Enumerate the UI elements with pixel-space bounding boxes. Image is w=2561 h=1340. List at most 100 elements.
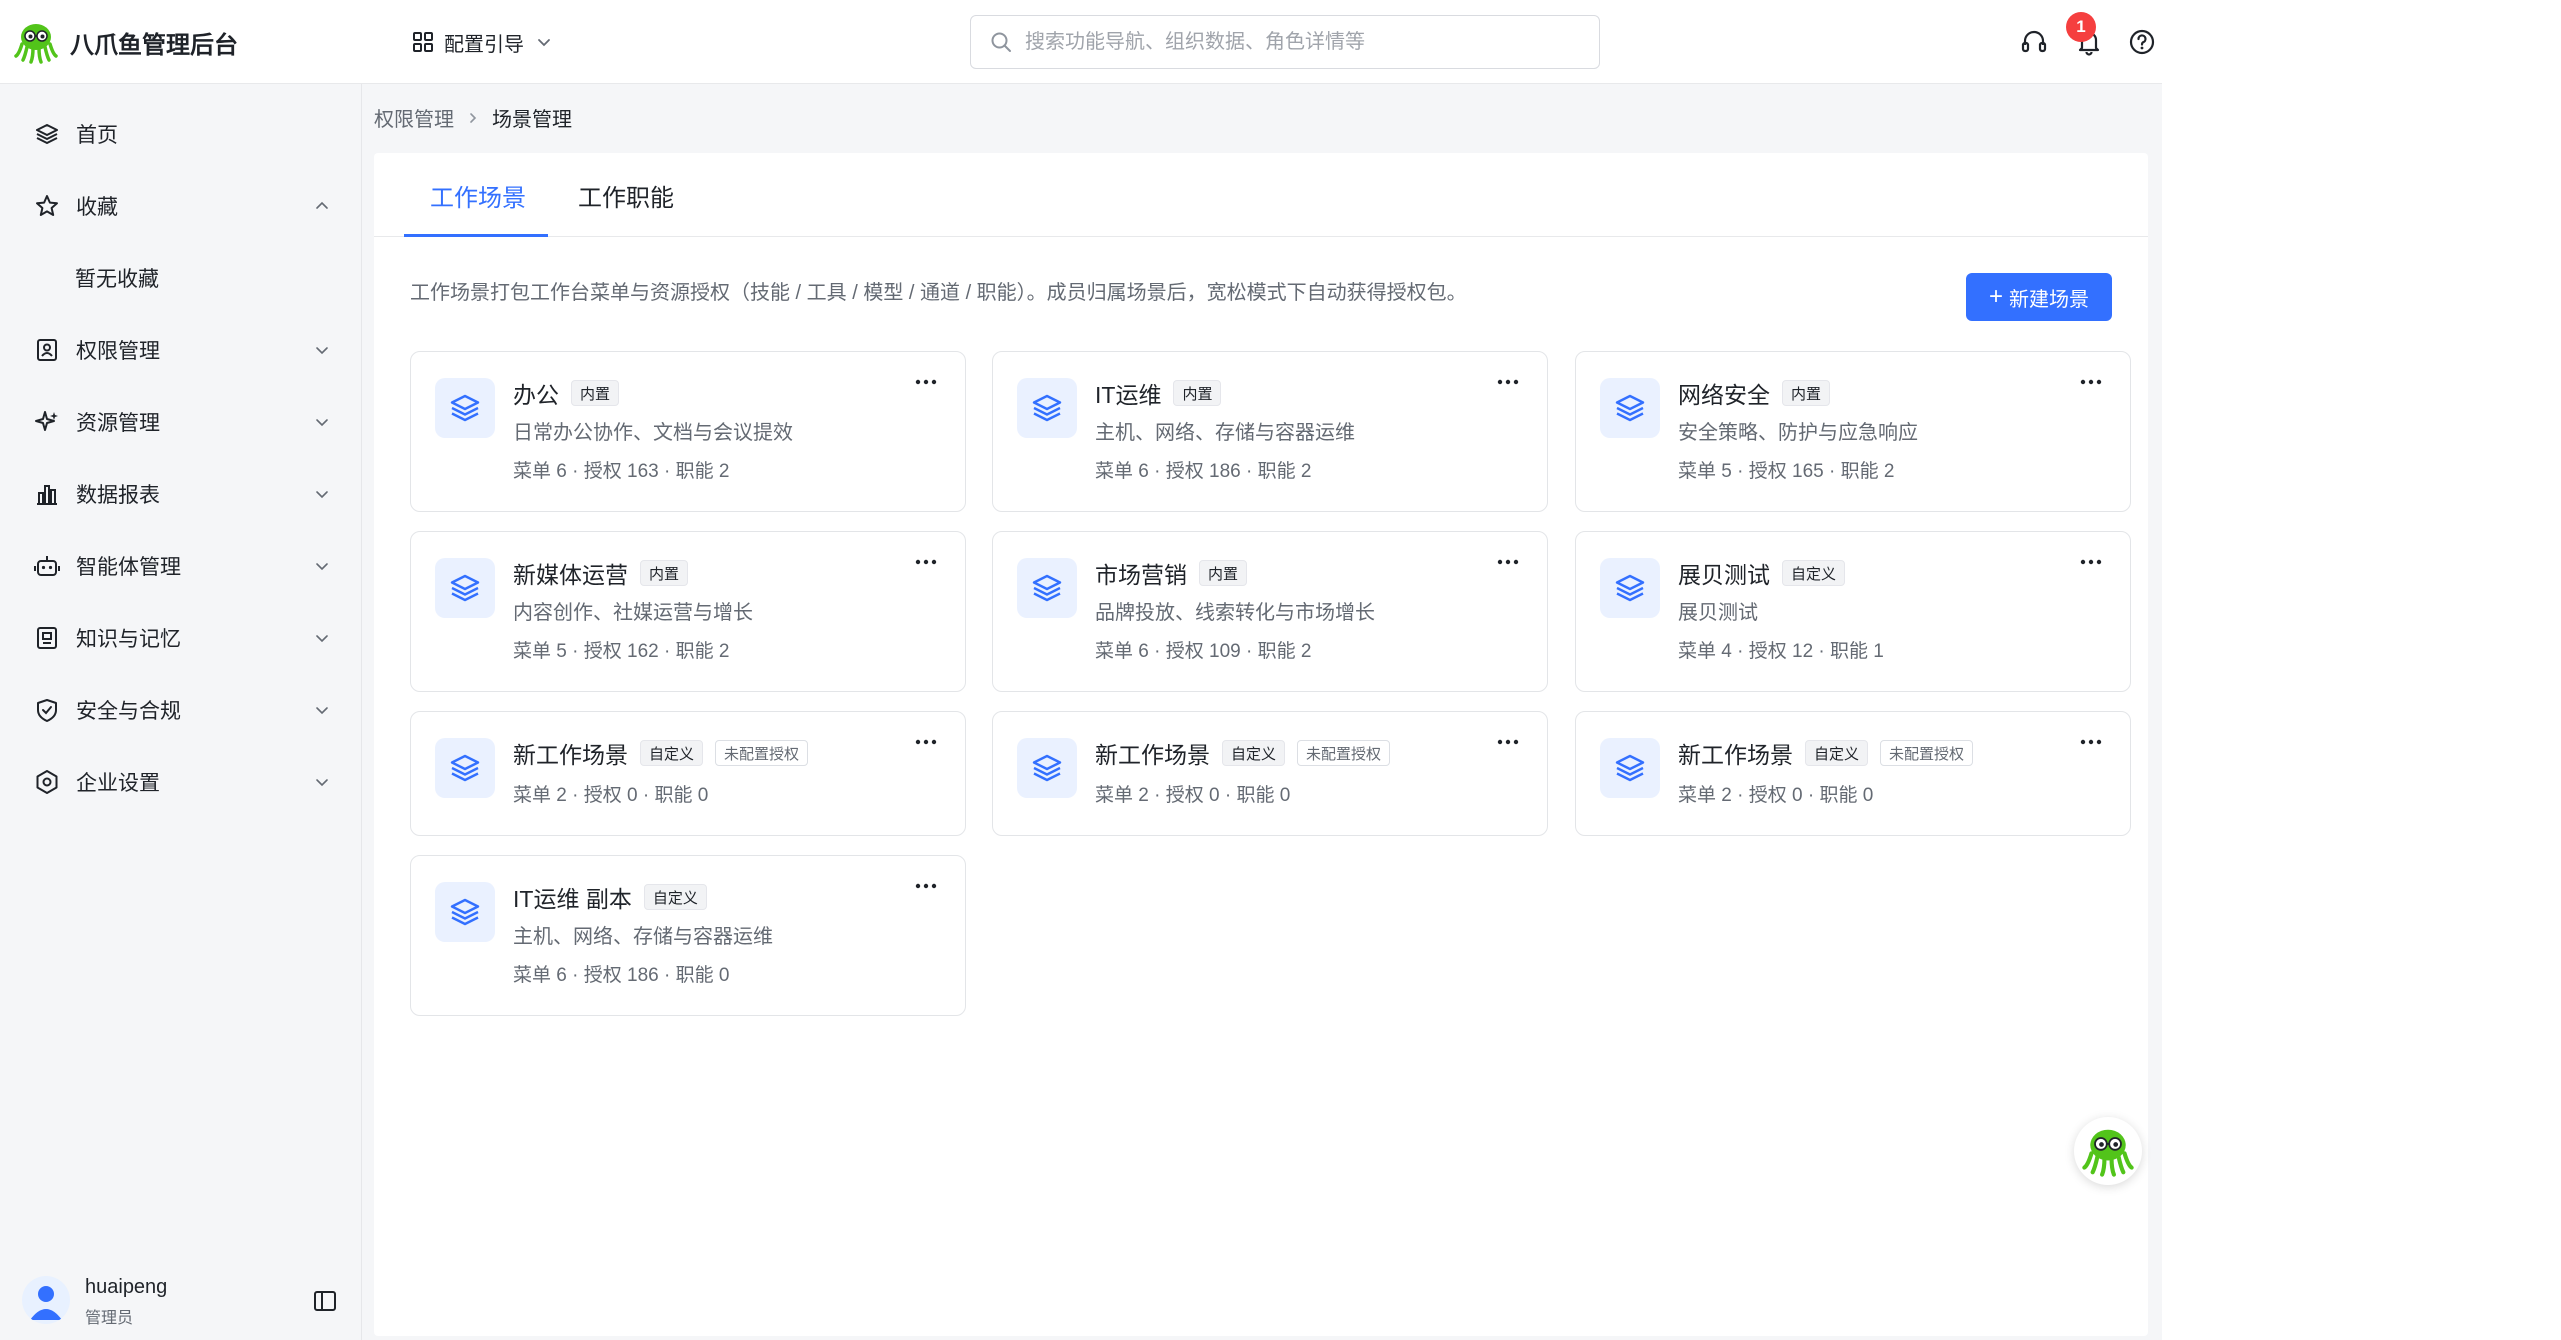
sparkle-icon — [35, 411, 58, 431]
new-scene-label: 新建场景 — [2009, 288, 2089, 311]
layers-icon — [1032, 754, 1062, 782]
scene-card[interactable]: IT运维 内置 主机、网络、存储与容器运维 菜单 6 · 授权 186 · 职能 2 — [992, 351, 1548, 512]
avatar — [22, 1276, 70, 1324]
layers-icon — [1615, 754, 1645, 782]
more-horizontal-icon — [2080, 739, 2102, 745]
scene-card[interactable]: 新工作场景 自定义 未配置授权 菜单 2 · 授权 0 · 职能 0 — [992, 711, 1548, 836]
user-name: huaipeng — [85, 1276, 168, 1298]
scene-title: 新工作场景 — [513, 742, 628, 768]
scene-more-button[interactable] — [1493, 552, 1523, 572]
sidebar-collapse-icon[interactable] — [312, 1288, 338, 1314]
scene-more-button[interactable] — [1493, 732, 1523, 752]
scene-more-button[interactable] — [2076, 372, 2106, 392]
scene-more-button[interactable] — [911, 732, 941, 752]
scene-stats: 菜单 2 · 授权 0 · 职能 0 — [1095, 785, 1291, 806]
help-button[interactable] — [2124, 24, 2160, 60]
scene-description: 主机、网络、存储与容器运维 — [513, 926, 773, 948]
scene-icon — [435, 882, 495, 942]
brand[interactable]: 八爪鱼管理后台 — [14, 18, 238, 66]
scene-icon — [435, 378, 495, 438]
scene-more-button[interactable] — [2076, 552, 2106, 572]
scene-description: 日常办公协作、文档与会议提效 — [513, 422, 793, 444]
scene-card[interactable]: 新媒体运营 内置 内容创作、社媒运营与增长 菜单 5 · 授权 162 · 职能 2 — [410, 531, 966, 692]
chevron-down-icon — [316, 347, 328, 355]
octopus-assistant-icon — [2082, 1129, 2134, 1177]
user-role: 管理员 — [85, 1310, 134, 1327]
breadcrumb-parent[interactable]: 权限管理 — [374, 103, 454, 132]
layers-icon — [450, 898, 480, 926]
scene-description: 品牌投放、线索转化与市场增长 — [1095, 602, 1375, 624]
scene-more-button[interactable] — [1493, 372, 1523, 392]
sidebar-item-resources[interactable]: 资源管理 — [0, 390, 362, 454]
search-icon — [991, 32, 1011, 52]
sidebar-item-home[interactable]: 首页 — [0, 102, 362, 166]
notification-badge: 1 — [2066, 12, 2096, 42]
scene-title: IT运维 — [1095, 382, 1162, 408]
sidebar-item-label: 安全与合规 — [76, 700, 181, 723]
scene-card[interactable]: 网络安全 内置 安全策略、防护与应急响应 菜单 5 · 授权 165 · 职能 2 — [1575, 351, 2131, 512]
scene-description: 展贝测试 — [1678, 602, 1758, 624]
scene-card[interactable]: 新工作场景 自定义 未配置授权 菜单 2 · 授权 0 · 职能 0 — [1575, 711, 2131, 836]
scene-card[interactable]: 展贝测试 自定义展贝测试菜单 4 · 授权 12 · 职能 1 — [1575, 531, 2131, 692]
bar-chart-icon — [37, 485, 57, 505]
scene-more-button[interactable] — [911, 552, 941, 572]
scene-type-tag: 自定义 — [1222, 740, 1286, 766]
scene-more-button[interactable] — [911, 876, 941, 896]
scene-icon — [1017, 738, 1077, 798]
scene-title-row: IT运维 内置 — [1095, 376, 1222, 410]
page-description: 工作场景打包工作台菜单与资源授权（技能 / 工具 / 模型 / 通道 / 职能）… — [410, 282, 1467, 304]
scene-card[interactable]: 市场营销 内置 品牌投放、线索转化与市场增长 菜单 6 · 授权 109 · 职能 2 — [992, 531, 1548, 692]
layers-icon — [36, 124, 58, 144]
scene-title: 新工作场景 — [1095, 742, 1210, 768]
more-horizontal-icon — [1497, 739, 1519, 745]
scene-title-row: 新工作场景 自定义 未配置授权 — [1095, 736, 1391, 770]
scene-icon — [1017, 378, 1077, 438]
unconfigured-tag: 未配置授权 — [1297, 740, 1391, 766]
sidebar-item-favorites[interactable]: 收藏 — [0, 174, 362, 238]
new-scene-button[interactable]: + 新建场景 — [1966, 273, 2112, 321]
search-input[interactable] — [1025, 30, 1585, 54]
tab-work-scenes[interactable]: 工作场景 — [430, 153, 526, 237]
chevron-down-icon — [316, 635, 328, 643]
more-horizontal-icon — [915, 883, 937, 889]
sidebar-item-label: 首页 — [76, 124, 118, 147]
scene-icon — [435, 558, 495, 618]
more-horizontal-icon — [2080, 379, 2102, 385]
scene-title-row: 展贝测试 自定义 — [1678, 556, 1846, 590]
scene-card[interactable]: 新工作场景 自定义 未配置授权 菜单 2 · 授权 0 · 职能 0 — [410, 711, 966, 836]
sidebar-item-knowledge[interactable]: 知识与记忆 — [0, 606, 362, 670]
assistant-float-button[interactable] — [2074, 1117, 2142, 1185]
config-guide-dropdown[interactable]: 配置引导 — [412, 22, 552, 62]
scene-card[interactable]: 办公 内置 日常办公协作、文档与会议提效 菜单 6 · 授权 163 · 职能 2 — [410, 351, 966, 512]
unconfigured-tag: 未配置授权 — [715, 740, 809, 766]
scene-title-row: 新工作场景 自定义 未配置授权 — [513, 736, 809, 770]
layers-icon — [450, 574, 480, 602]
sidebar-item-agents[interactable]: 智能体管理 — [0, 534, 362, 598]
sidebar-item-enterprise[interactable]: 企业设置 — [0, 750, 362, 814]
tab-work-functions[interactable]: 工作职能 — [578, 153, 674, 237]
empty-area — [2162, 0, 2561, 1340]
global-search[interactable] — [970, 15, 1600, 69]
scene-more-button[interactable] — [2076, 732, 2106, 752]
sidebar-item-label: 企业设置 — [76, 772, 160, 795]
more-horizontal-icon — [1497, 379, 1519, 385]
sidebar-item-reports[interactable]: 数据报表 — [0, 462, 362, 526]
active-tab-indicator — [404, 234, 548, 237]
chevron-down-icon — [316, 563, 328, 571]
plus-icon: + — [1988, 283, 2003, 310]
scene-icon — [1017, 558, 1077, 618]
scene-stats: 菜单 4 · 授权 12 · 职能 1 — [1678, 641, 1884, 662]
scene-icon — [1600, 738, 1660, 798]
user-avatar-icon — [30, 1286, 62, 1320]
more-horizontal-icon — [2080, 559, 2102, 565]
sidebar-item-security[interactable]: 安全与合规 — [0, 678, 362, 742]
sidebar-item-label: 权限管理 — [76, 340, 160, 363]
scene-stats: 菜单 2 · 授权 0 · 职能 0 — [1678, 785, 1874, 806]
user-profile[interactable]: huaipeng 管理员 — [22, 1270, 342, 1330]
scene-card[interactable]: IT运维 副本 自定义 主机、网络、存储与容器运维 菜单 6 · 授权 186 · 职… — [410, 855, 966, 1016]
scene-more-button[interactable] — [911, 372, 941, 392]
sidebar-item-permission[interactable]: 权限管理 — [0, 318, 362, 382]
layers-icon — [1615, 394, 1645, 422]
star-icon — [36, 195, 58, 216]
support-button[interactable] — [2016, 24, 2052, 60]
